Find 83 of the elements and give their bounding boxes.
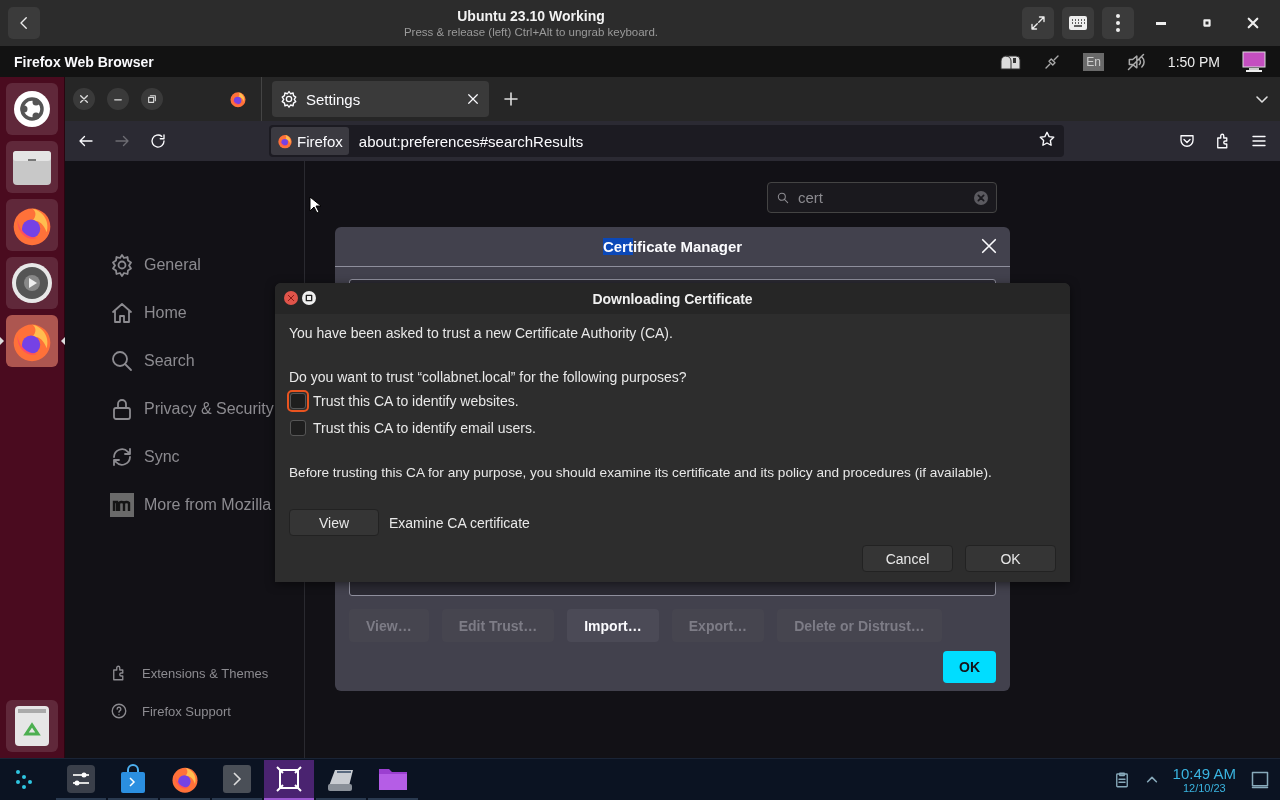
search-icon bbox=[776, 190, 790, 205]
firefox-icon bbox=[229, 90, 247, 108]
advice-text: Before trusting this CA for any purpose, you should examine its certificate and its policy and procedures (if available). bbox=[289, 464, 993, 482]
monitor-icon[interactable] bbox=[1242, 50, 1266, 73]
search-icon bbox=[110, 349, 134, 373]
app-name: Firefox Web Browser bbox=[14, 53, 155, 70]
toggle-icon bbox=[66, 763, 96, 794]
checkbox[interactable] bbox=[290, 419, 306, 436]
dialog-button[interactable]: OK bbox=[965, 545, 1056, 572]
taskbar-clock[interactable]: 10:49 AM bbox=[1172, 765, 1236, 782]
dock-launcher[interactable] bbox=[6, 199, 58, 251]
maximize-icon bbox=[1201, 17, 1213, 29]
close-icon[interactable] bbox=[980, 237, 998, 255]
search-input[interactable]: cert bbox=[796, 188, 968, 207]
muted-speaker-icon[interactable] bbox=[1125, 51, 1146, 72]
mailbox-icon[interactable] bbox=[999, 52, 1022, 71]
category-item[interactable]: Privacy & Security bbox=[110, 385, 304, 433]
close-button[interactable] bbox=[73, 88, 95, 110]
search-field[interactable]: cert bbox=[767, 182, 997, 213]
maximize-button[interactable] bbox=[302, 291, 316, 305]
checkbox-label[interactable]: Trust this CA to identify websites. bbox=[313, 392, 519, 409]
expand-icon bbox=[1029, 14, 1047, 32]
fullscreen-button[interactable] bbox=[1022, 7, 1054, 39]
maximize-icon bbox=[305, 294, 313, 302]
kebab-icon bbox=[1116, 14, 1120, 32]
dock-launcher[interactable] bbox=[6, 141, 58, 193]
home-icon bbox=[110, 301, 134, 325]
minimize-icon bbox=[1155, 21, 1167, 25]
ok-button[interactable]: OK bbox=[943, 651, 996, 683]
browser-tab[interactable]: Settings bbox=[272, 81, 489, 117]
pocket-icon bbox=[1178, 132, 1196, 150]
reload-button[interactable] bbox=[149, 132, 167, 150]
frame-icon bbox=[274, 763, 304, 794]
lock-icon bbox=[110, 397, 134, 421]
ubuntu-logo-icon bbox=[12, 89, 52, 129]
restore-button[interactable] bbox=[141, 88, 163, 110]
window-title: Ubuntu 23.10 Working bbox=[457, 8, 605, 24]
question-text: Do you want to trust “collabnet.local” for the following purposes? bbox=[289, 368, 688, 387]
dock-launcher[interactable] bbox=[6, 700, 58, 752]
address-bar[interactable]: Firefox about:preferences#searchResults bbox=[269, 125, 1064, 157]
terminal-icon bbox=[222, 763, 252, 794]
clear-button[interactable] bbox=[974, 190, 988, 205]
identity-button[interactable]: Firefox bbox=[271, 127, 349, 155]
dock-launcher[interactable] bbox=[6, 257, 58, 309]
star-icon[interactable] bbox=[1038, 130, 1056, 148]
reload-icon bbox=[149, 132, 167, 150]
dock-launcher[interactable] bbox=[6, 83, 58, 135]
keyboard-icon bbox=[1069, 16, 1087, 30]
new-tab-button[interactable] bbox=[503, 91, 519, 107]
mozilla-icon bbox=[110, 493, 134, 517]
mouse-cursor-icon bbox=[309, 196, 321, 214]
shopping-bag-icon bbox=[119, 763, 147, 794]
close-icon bbox=[79, 94, 89, 104]
url-text: about:preferences#searchResults bbox=[358, 132, 585, 150]
show-desktop-icon[interactable] bbox=[1250, 769, 1270, 790]
taskbar-date[interactable]: 12/10/23 bbox=[1182, 782, 1226, 794]
close-icon bbox=[977, 193, 985, 202]
sidebar-link[interactable]: Firefox Support bbox=[110, 702, 304, 720]
sync-icon bbox=[110, 445, 134, 469]
window-subtitle: Press & release (left) Ctrl+Alt to ungrab keyboard. bbox=[403, 26, 659, 38]
view-button[interactable]: View bbox=[289, 509, 379, 536]
sidebar-link[interactable]: Extensions & Themes bbox=[110, 664, 304, 682]
intro-text: You have been asked to trust a new Certificate Authority (CA). bbox=[289, 324, 674, 343]
more-button[interactable] bbox=[1102, 7, 1134, 39]
close-icon bbox=[287, 294, 295, 302]
input-source-indicator[interactable]: En bbox=[1083, 52, 1104, 71]
category-item[interactable]: General bbox=[110, 241, 304, 289]
keyboard-button[interactable] bbox=[1062, 7, 1094, 39]
taskbar-app[interactable] bbox=[264, 759, 314, 800]
help-icon bbox=[110, 702, 128, 720]
restore-icon bbox=[147, 94, 157, 104]
clock[interactable]: 1:50 PM bbox=[1167, 53, 1220, 70]
action-button[interactable]: Import… bbox=[567, 609, 659, 642]
plus-icon bbox=[503, 91, 519, 107]
trash-icon bbox=[13, 704, 51, 748]
dialog-title: Downloading Certificate bbox=[592, 290, 753, 307]
view-caption: Examine CA certificate bbox=[389, 514, 530, 531]
dialog-button[interactable]: Cancel bbox=[862, 545, 953, 572]
checkbox-label[interactable]: Trust this CA to identify email users. bbox=[313, 419, 536, 436]
close-icon bbox=[1247, 17, 1259, 29]
close-icon[interactable] bbox=[467, 93, 479, 105]
pocket-button[interactable] bbox=[1178, 132, 1196, 150]
firefox-icon bbox=[277, 133, 293, 149]
